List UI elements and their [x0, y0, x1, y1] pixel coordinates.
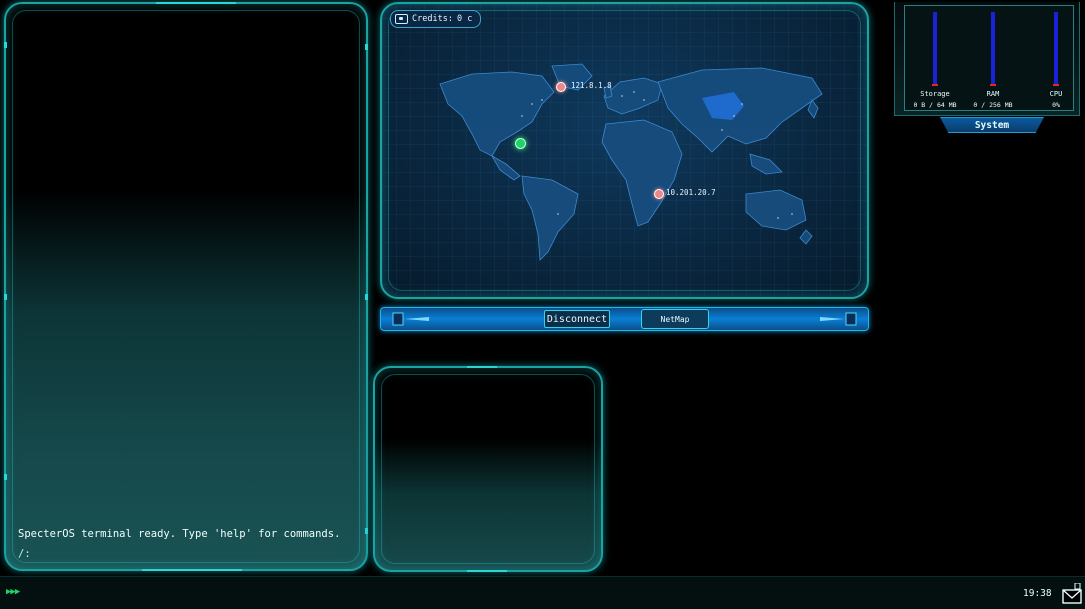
disconnect-button[interactable]: Disconnect [544, 310, 610, 328]
credits-display: Credits: 0 c [390, 10, 482, 28]
auxiliary-panel[interactable] [373, 366, 603, 572]
panel-tick [467, 366, 497, 368]
panel-tick [365, 294, 368, 300]
cpu-meter [1053, 12, 1059, 86]
system-tab[interactable]: System [940, 117, 1044, 133]
ram-label: RAM [986, 90, 1000, 98]
taskbar-clock: 19:38 [1023, 588, 1052, 599]
home-node-marker[interactable] [515, 138, 526, 149]
credits-label: Credits: [412, 14, 453, 24]
ram-value: 0 / 256 MB [973, 101, 1013, 109]
taskbar: ▶▶▶ 19:38 [0, 576, 1085, 609]
cpu-meter-fill [1053, 84, 1059, 86]
left-arrow-decoration [392, 312, 429, 326]
panel-tick [467, 570, 507, 572]
credits-value: 0 c [456, 14, 473, 24]
right-arrow-decoration [820, 312, 857, 326]
ram-meter-fill [990, 84, 996, 86]
cpu-label: CPU [1049, 90, 1063, 98]
panel-tick [4, 42, 7, 48]
network-node-marker[interactable] [556, 82, 566, 92]
panel-tick [365, 528, 368, 534]
panel-tick [142, 569, 242, 571]
connection-toolbar: Disconnect NetMap [380, 307, 869, 331]
terminal-panel[interactable]: SpecterOS terminal ready. Type 'help' fo… [4, 2, 368, 571]
network-node-marker[interactable] [654, 189, 664, 199]
network-node-label: 10.201.20.7 [666, 188, 716, 197]
panel-tick [4, 294, 7, 300]
storage-label: Storage [920, 90, 950, 98]
mail-icon[interactable] [1062, 583, 1082, 605]
system-monitor: Storage RAM CPU 0 B / 64 MB 0 / 256 MB 0… [894, 2, 1080, 116]
terminal-ready-message: SpecterOS terminal ready. Type 'help' fo… [18, 528, 341, 540]
terminal-prompt[interactable]: /: [18, 548, 31, 560]
netmap-button[interactable]: NetMap [641, 309, 709, 329]
system-monitor-inner: Storage RAM CPU 0 B / 64 MB 0 / 256 MB 0… [904, 5, 1074, 111]
ram-meter [990, 12, 996, 86]
network-node-label: 121.8.1.8 [571, 81, 612, 90]
terminal-screen[interactable]: SpecterOS terminal ready. Type 'help' fo… [4, 2, 368, 571]
cpu-value: 0% [1052, 101, 1060, 109]
world-map-panel[interactable]: Credits: 0 c 121.8.1.8 10.201.20.7 [380, 2, 869, 299]
panel-tick [4, 474, 7, 480]
wallet-icon [395, 14, 408, 24]
world-map [439, 63, 823, 261]
storage-meter [932, 12, 938, 86]
storage-value: 0 B / 64 MB [913, 101, 957, 109]
panel-tick [365, 44, 368, 50]
storage-meter-fill [932, 84, 938, 86]
triple-chevron-icon[interactable]: ▶▶▶ [6, 587, 20, 597]
panel-tick [156, 2, 236, 4]
